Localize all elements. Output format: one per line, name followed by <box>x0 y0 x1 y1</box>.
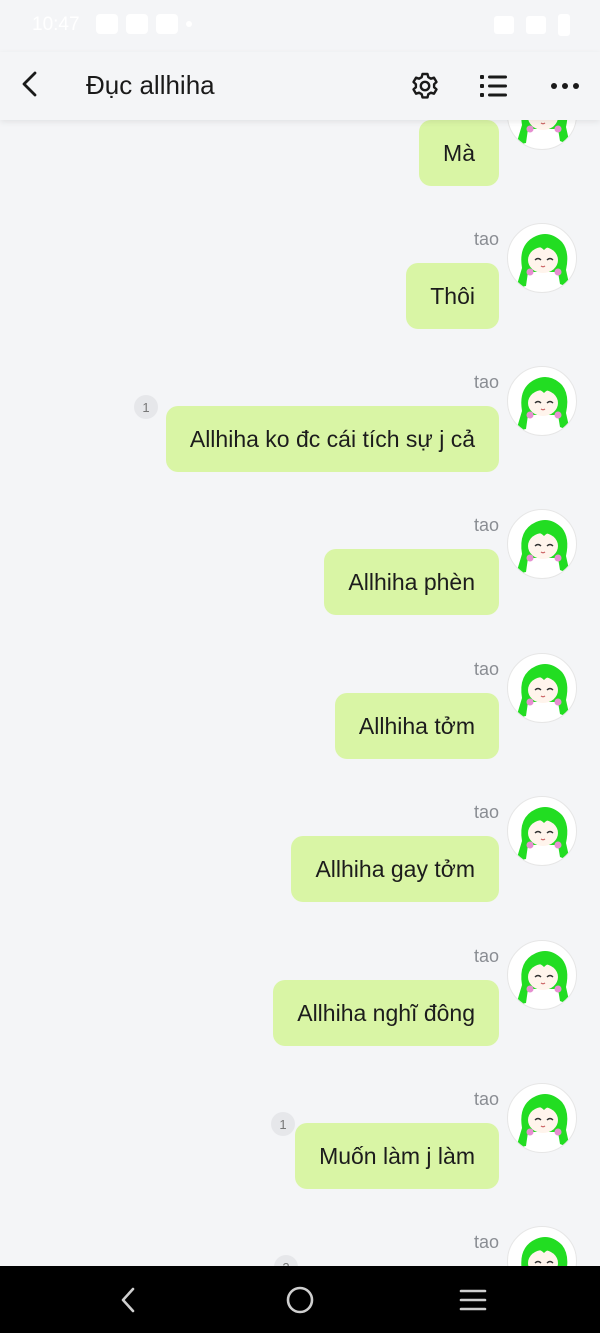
avatar-illustration <box>521 1237 568 1266</box>
list-button[interactable] <box>472 64 516 108</box>
message-text: Allhiha ko đc cái tích sự j cả <box>189 425 475 452</box>
more-notifications-icon <box>186 21 192 27</box>
nav-home-button[interactable] <box>280 1280 320 1320</box>
avatar[interactable] <box>507 940 577 1010</box>
message-text: Mà <box>443 139 475 166</box>
status-time: 10:47 <box>32 14 80 35</box>
avatar-illustration <box>516 234 570 288</box>
chat-header: Đục allhiha <box>0 52 600 120</box>
sender-name: tao <box>473 802 499 822</box>
chevron-left-icon <box>22 71 37 97</box>
wifi-icon <box>494 16 514 34</box>
avatar-illustration <box>516 807 570 861</box>
facebook-icon <box>156 14 178 34</box>
nav-recents-button[interactable] <box>453 1280 493 1320</box>
message-bubble[interactable]: Allhiha nghĩ đông <box>273 980 499 1046</box>
avatar-illustration <box>516 951 570 1005</box>
sender-name: tao <box>473 1232 499 1252</box>
status-system-icons <box>494 14 570 36</box>
avatar[interactable] <box>507 796 577 866</box>
message-text: Allhiha tởm <box>358 712 475 739</box>
sender-name: tao <box>473 1089 499 1109</box>
system-navigation-bar <box>0 1266 600 1333</box>
list-icon <box>480 75 507 97</box>
status-bar: 10:47 <box>0 0 600 52</box>
message-bubble[interactable]: Muốn làm j làm <box>295 1123 499 1189</box>
avatar-illustration <box>516 664 570 718</box>
sender-name: tao <box>473 372 499 392</box>
back-button[interactable] <box>10 64 50 104</box>
avatar[interactable] <box>507 509 577 579</box>
message-text: Allhiha phèn <box>348 568 475 595</box>
avatar-illustration <box>516 520 570 574</box>
message-bubble[interactable]: Allhiha phèn <box>324 549 499 615</box>
avatar-illustration <box>516 1094 570 1148</box>
avatar[interactable] <box>507 223 577 293</box>
message-text: Allhiha nghĩ đông <box>297 999 475 1026</box>
avatar[interactable] <box>507 1226 577 1266</box>
sender-name: tao <box>473 229 499 249</box>
message-text: Muốn làm j làm <box>319 1142 475 1169</box>
message-text: Allhiha gay tởm <box>315 855 475 882</box>
message-bubble[interactable]: Thôi <box>406 263 499 329</box>
avatar-illustration <box>516 120 570 145</box>
sender-name: tao <box>473 659 499 679</box>
message-bubble[interactable]: Allhiha gay tởm <box>291 836 499 902</box>
message-bubble[interactable]: Allhiha tởm <box>334 693 499 759</box>
message-text: Thôi <box>430 282 475 309</box>
message-bubble[interactable]: Allhiha ko đc cái tích sự j cả <box>165 406 499 472</box>
reaction-count-badge[interactable]: 1 <box>271 1112 295 1136</box>
nav-back-button[interactable] <box>108 1280 148 1320</box>
reaction-count-badge[interactable]: 1 <box>134 395 158 419</box>
signal-icon <box>526 16 546 34</box>
avatar[interactable] <box>507 120 577 150</box>
more-button[interactable] <box>543 64 587 108</box>
message-list[interactable]: Mà tao Thôi tao 1 Allhiha ko đc cái tích… <box>0 120 600 1266</box>
sender-name: tao <box>473 515 499 535</box>
chat-title: Đục allhiha <box>86 70 215 100</box>
avatar-illustration <box>516 377 570 431</box>
settings-button[interactable] <box>403 64 447 108</box>
battery-icon <box>558 14 570 36</box>
gear-icon <box>412 72 438 99</box>
status-notification-icons <box>96 14 192 34</box>
sender-name: tao <box>473 946 499 966</box>
avatar[interactable] <box>507 653 577 723</box>
menu-lines-icon <box>459 1289 487 1311</box>
avatar[interactable] <box>507 1083 577 1153</box>
message-bubble[interactable]: Mà <box>419 120 499 186</box>
back-arrow-icon <box>121 1287 135 1313</box>
reaction-count-badge[interactable]: 2 <box>274 1255 298 1266</box>
call-icon <box>96 14 118 34</box>
avatar[interactable] <box>507 366 577 436</box>
home-circle-icon <box>286 1286 314 1314</box>
more-horizontal-icon <box>551 83 579 89</box>
mail-icon <box>126 14 148 34</box>
